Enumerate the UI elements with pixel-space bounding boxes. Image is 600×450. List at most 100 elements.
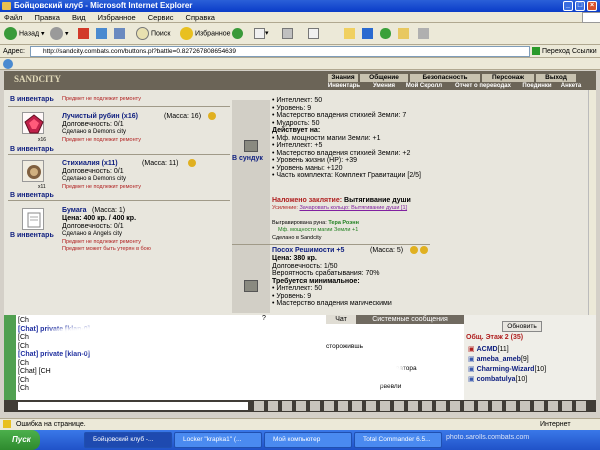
task-total-commander[interactable]: Total Commander 6.5... (354, 432, 442, 448)
ruby-count: x16 (38, 137, 47, 143)
to-inventory-link[interactable]: В инвентарь (10, 96, 54, 104)
info-icon[interactable] (208, 112, 216, 120)
warning-icon[interactable] (3, 420, 11, 429)
stihialia-durability: Долговечность: 0/1 (62, 168, 124, 175)
nav-character[interactable]: Персонаж (482, 74, 534, 82)
close-button[interactable]: × (587, 1, 597, 11)
ruby-item-image (22, 112, 44, 134)
nav-inventory[interactable]: Инвентарь (322, 82, 366, 90)
nav-transfer-report[interactable]: Отчет о переводах (448, 82, 518, 90)
home-button[interactable] (114, 27, 125, 41)
minimize-button[interactable]: _ (563, 1, 573, 11)
info-icon[interactable] (420, 246, 428, 254)
ruby-mass: (Масса: 16) (164, 113, 202, 120)
chat-fragment: сторожившь (326, 343, 363, 350)
status-bar: Ошибка на странице. Интернет (0, 418, 600, 430)
clover-button[interactable] (380, 27, 391, 41)
to-chest-link: В сундук (232, 155, 263, 162)
chat-tool-icons[interactable] (254, 401, 590, 411)
mail-button[interactable]: ▾ (254, 27, 269, 41)
stihialia-note: Предмет не подлежит ремонту (62, 184, 141, 190)
edit-button[interactable] (308, 27, 319, 41)
folder-button[interactable] (398, 27, 409, 41)
enchant-line: Наложено заклятие: Вытягивание души (272, 197, 411, 204)
user-row[interactable]: ▣ ameba_ameb[9] (468, 355, 546, 365)
nav-security[interactable]: Безопасность (410, 74, 480, 82)
address-input[interactable]: http://sandcity.combats.com/buttons.pl?b… (30, 46, 530, 57)
paper-item-image (22, 208, 44, 230)
chat-input[interactable] (18, 402, 248, 410)
chest-item1-req: • Интеллект: 50 • Уровень: 9 • Мастерств… (272, 97, 421, 179)
stop-button[interactable] (78, 27, 89, 41)
tab-chat[interactable]: Чат (326, 315, 356, 324)
refresh-button[interactable]: Обновить (502, 321, 542, 332)
mail-icon (254, 27, 265, 39)
address-bar: Адрес: http://sandcity.combats.com/butto… (0, 45, 600, 58)
menu-help[interactable]: Справка (186, 13, 215, 22)
clover-icon (380, 27, 391, 39)
user-list: ▣ ACMD[11] ▣ ameba_ameb[9] ▣ Charming-Wi… (468, 345, 546, 385)
back-arrow-icon (4, 27, 17, 40)
discuss-button[interactable] (344, 27, 355, 41)
maximize-button[interactable]: □ (575, 1, 585, 11)
nav-exit[interactable]: Выход (536, 74, 576, 82)
forward-button[interactable]: ▾ (50, 27, 69, 41)
stihialia-name[interactable]: Стихиалия (x11) (62, 160, 118, 168)
tool-button[interactable] (418, 27, 429, 41)
menu-view[interactable]: Вид (72, 13, 86, 22)
user-row[interactable]: ▣ combatulya[10] (468, 375, 546, 385)
star-icon (180, 27, 193, 40)
links-button[interactable]: Ссылки (572, 45, 597, 58)
ie-icon[interactable] (3, 59, 13, 69)
nav-my-scroll[interactable]: Мой Скролл (402, 82, 446, 90)
nav-battles[interactable]: Поединки (520, 82, 554, 90)
staff-name[interactable]: Посох Решимости +5 (272, 247, 344, 255)
address-label: Адрес: (3, 48, 25, 55)
nav-social[interactable]: Общение (360, 74, 408, 82)
paper-name[interactable]: Бумага (62, 207, 87, 215)
watermark: photo.sarolls.combats.com (446, 434, 530, 441)
divider (8, 106, 230, 107)
toolbar: Назад ▾ ▾ Поиск Избранное ▾ (0, 23, 600, 45)
refresh-button[interactable] (96, 27, 107, 41)
rune-bonus: Мф. мощности магии Земли +1 (278, 227, 359, 233)
task-my-computer[interactable]: Мой компьютер (264, 432, 352, 448)
messenger-icon (362, 27, 373, 39)
go-button[interactable]: Переход (542, 45, 570, 58)
ruby-durability: Долговечность: 0/1 (62, 121, 124, 128)
task-locker[interactable]: Locker "krapka1" (... (174, 432, 262, 448)
ruby-name[interactable]: Лучистый рубин (x16) (62, 113, 138, 121)
redaction-scribble (84, 353, 404, 391)
start-button[interactable]: Пуск (0, 430, 40, 450)
menu-favorites[interactable]: Избранное (98, 13, 136, 22)
page-scrollbar[interactable] (588, 90, 596, 315)
user-row[interactable]: ▣ ACMD[11] (468, 345, 546, 355)
chat-panel: [Ch [Chat] private [klan-0] [Ch [Ch [Cha… (4, 315, 464, 400)
menu-tools[interactable]: Сервис (148, 13, 174, 22)
paper-to-inventory-link: В инвентарь (10, 232, 54, 239)
info-icon[interactable] (188, 159, 196, 167)
window-title: Бойцовский клуб - Microsoft Internet Exp… (14, 1, 193, 10)
room-title: Общ. Этаж 2 (35) (466, 334, 524, 341)
back-button[interactable]: Назад ▾ (4, 27, 45, 41)
task-ie[interactable]: Бойцовский клуб -... (84, 432, 172, 448)
menu-edit[interactable]: Правка (35, 13, 60, 22)
messenger-button[interactable] (362, 27, 373, 41)
user-row[interactable]: ▣ Charming-Wizard[10] (468, 365, 546, 375)
redaction-scribble (44, 323, 284, 353)
nav-skills[interactable]: Умения (368, 82, 400, 90)
nav-knowledge[interactable]: Знания (328, 74, 358, 82)
nav-profile[interactable]: Анкета (556, 82, 586, 90)
divider (8, 200, 230, 201)
menu-file[interactable]: Файл (4, 13, 22, 22)
info-icon[interactable] (410, 246, 418, 254)
tab-system-messages[interactable]: Системные сообщения (356, 315, 464, 324)
edit-icon (308, 27, 319, 39)
strength-line: Усиление: Зачаровать кольцо: Вытягивание… (272, 205, 408, 211)
history-button[interactable] (232, 27, 243, 41)
search-button[interactable]: Поиск (136, 27, 170, 41)
chat-fragment: ? (262, 315, 266, 322)
print-button[interactable] (282, 27, 293, 41)
favorites-button[interactable]: Избранное (180, 27, 230, 41)
no-repair-note: Предмет не подлежит ремонту (62, 96, 141, 102)
